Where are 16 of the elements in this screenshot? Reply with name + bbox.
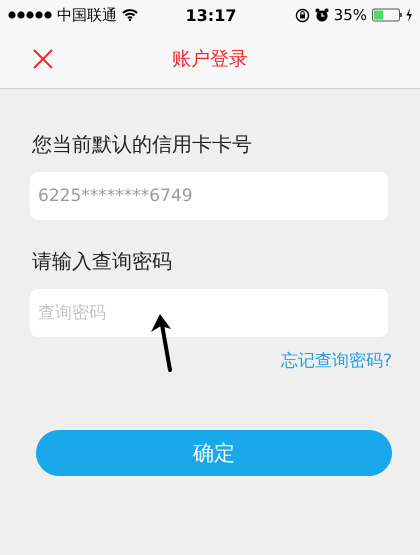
- confirm-button[interactable]: 确定: [36, 430, 392, 476]
- close-button[interactable]: [33, 49, 53, 69]
- page-title: 账户登录: [172, 47, 248, 72]
- rotation-lock-icon: [294, 8, 310, 22]
- password-label: 请输入查询密码: [32, 248, 173, 275]
- alarm-icon: [314, 8, 329, 22]
- clock-time: 13:17: [186, 6, 236, 24]
- forgot-password-link[interactable]: 忘记查询密码?: [280, 349, 392, 372]
- battery-charging-icon: [372, 8, 414, 22]
- password-field[interactable]: 查询密码: [30, 289, 388, 337]
- card-number-label: 您当前默认的信用卡卡号: [32, 131, 253, 158]
- carrier-name: 中国联通: [57, 6, 117, 24]
- signal-icon: [8, 11, 52, 19]
- card-number-field[interactable]: 6225********6749: [30, 172, 388, 220]
- battery-percent: 35%: [334, 6, 367, 24]
- wifi-icon: [122, 9, 138, 21]
